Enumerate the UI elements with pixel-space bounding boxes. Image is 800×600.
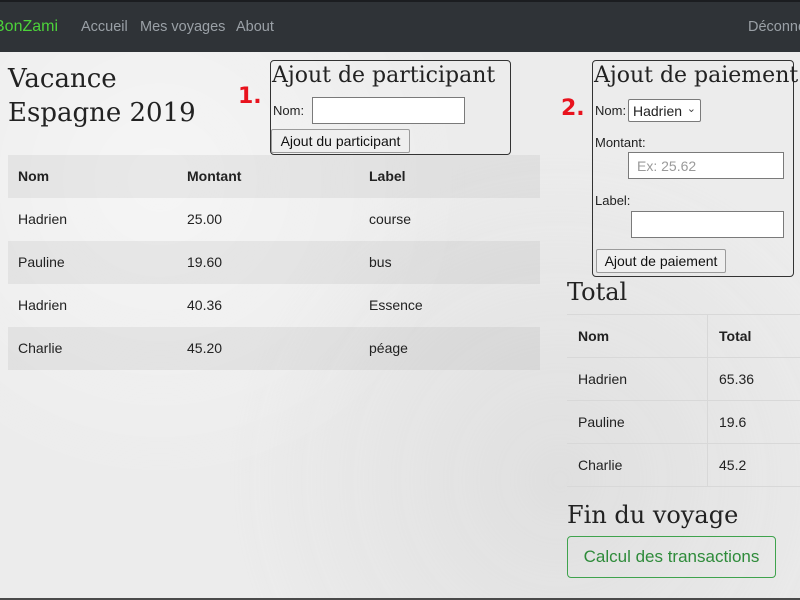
step-marker-2: 2.: [561, 96, 585, 121]
nav-link-logout[interactable]: Déconnexion: [748, 19, 800, 35]
payment-nom: Charlie: [18, 340, 63, 356]
page-title-line1: Vacance: [8, 64, 117, 94]
totals-table: Nom Total Hadrien 65.36 Pauline 19.6 Cha…: [567, 314, 800, 487]
payment-montant: 40.36: [187, 297, 223, 313]
payments-header-nom: Nom: [18, 168, 50, 184]
payment-nom: Hadrien: [18, 211, 68, 227]
payment-montant: 19.60: [187, 254, 223, 270]
compute-transactions-button[interactable]: Calcul des transactions: [567, 536, 776, 578]
payment-nom-selected: Hadrien: [633, 103, 683, 119]
payment-label: péage: [369, 340, 408, 356]
total-value: 65.36: [719, 371, 755, 387]
table-row: Charlie 45.20 péage: [8, 327, 540, 370]
payment-montant-input[interactable]: [628, 152, 784, 179]
totals-header-total: Total: [719, 328, 752, 344]
page-title: Vacance Espagne 2019: [8, 62, 196, 130]
chevron-down-icon: ⌄: [686, 103, 696, 115]
nav-link-mes-voyages[interactable]: Mes voyages: [140, 19, 225, 35]
table-row: Hadrien 25.00 course: [8, 198, 540, 241]
totals-header-nom: Nom: [578, 328, 610, 344]
payment-montant: 45.20: [187, 340, 223, 356]
page-title-line2: Espagne 2019: [8, 98, 196, 128]
payment-label-input[interactable]: [631, 211, 784, 238]
table-row: Pauline 19.6: [567, 400, 800, 443]
payment-montant: 25.00: [187, 211, 223, 227]
payment-nom: Pauline: [18, 254, 65, 270]
payment-montant-label: Montant:: [595, 135, 646, 150]
total-value: 45.2: [719, 457, 747, 473]
table-row: Charlie 45.2: [567, 443, 800, 486]
nav-link-accueil[interactable]: Accueil: [81, 19, 128, 35]
payment-label-label: Label:: [595, 193, 631, 208]
payments-header-montant: Montant: [187, 168, 242, 184]
participant-form-title: Ajout de participant: [272, 63, 496, 88]
total-nom: Pauline: [578, 414, 625, 430]
payments-table: Nom Montant Label Hadrien 25.00 course P…: [8, 155, 540, 370]
total-title: Total: [567, 278, 628, 306]
totals-table-header: Nom Total: [567, 314, 800, 357]
add-participant-button[interactable]: Ajout du participant: [271, 129, 410, 153]
payment-nom-select[interactable]: Hadrien ⌄: [628, 99, 701, 122]
participant-nom-input[interactable]: [312, 97, 465, 124]
brand-link[interactable]: BonZami: [0, 18, 58, 36]
payment-label: bus: [369, 254, 392, 270]
payment-label: Essence: [369, 297, 423, 313]
payment-nom-label: Nom:: [595, 103, 627, 118]
nav-link-about[interactable]: About: [236, 19, 274, 35]
payment-nom: Hadrien: [18, 297, 68, 313]
add-payment-button[interactable]: Ajout de paiement: [596, 249, 726, 273]
payments-table-header: Nom Montant Label: [8, 155, 540, 198]
table-row: Hadrien 65.36: [567, 357, 800, 400]
payment-form: Ajout de paiement Nom: Hadrien ⌄ Montant…: [592, 60, 798, 277]
total-nom: Charlie: [578, 457, 623, 473]
payment-label: course: [369, 211, 412, 227]
step-marker-1: 1.: [238, 84, 262, 109]
participant-form: Ajout de participant Nom: Ajout du parti…: [270, 60, 511, 155]
participant-nom-label: Nom:: [273, 103, 305, 118]
navbar: BonZami Accueil Mes voyages About Déconn…: [0, 0, 800, 52]
table-row: Hadrien 40.36 Essence: [8, 284, 540, 327]
payments-header-label: Label: [369, 168, 406, 184]
table-row: Pauline 19.60 bus: [8, 241, 540, 284]
total-value: 19.6: [719, 414, 747, 430]
total-nom: Hadrien: [578, 371, 628, 387]
end-trip-title: Fin du voyage: [567, 501, 739, 529]
payment-form-title: Ajout de paiement: [594, 63, 799, 88]
